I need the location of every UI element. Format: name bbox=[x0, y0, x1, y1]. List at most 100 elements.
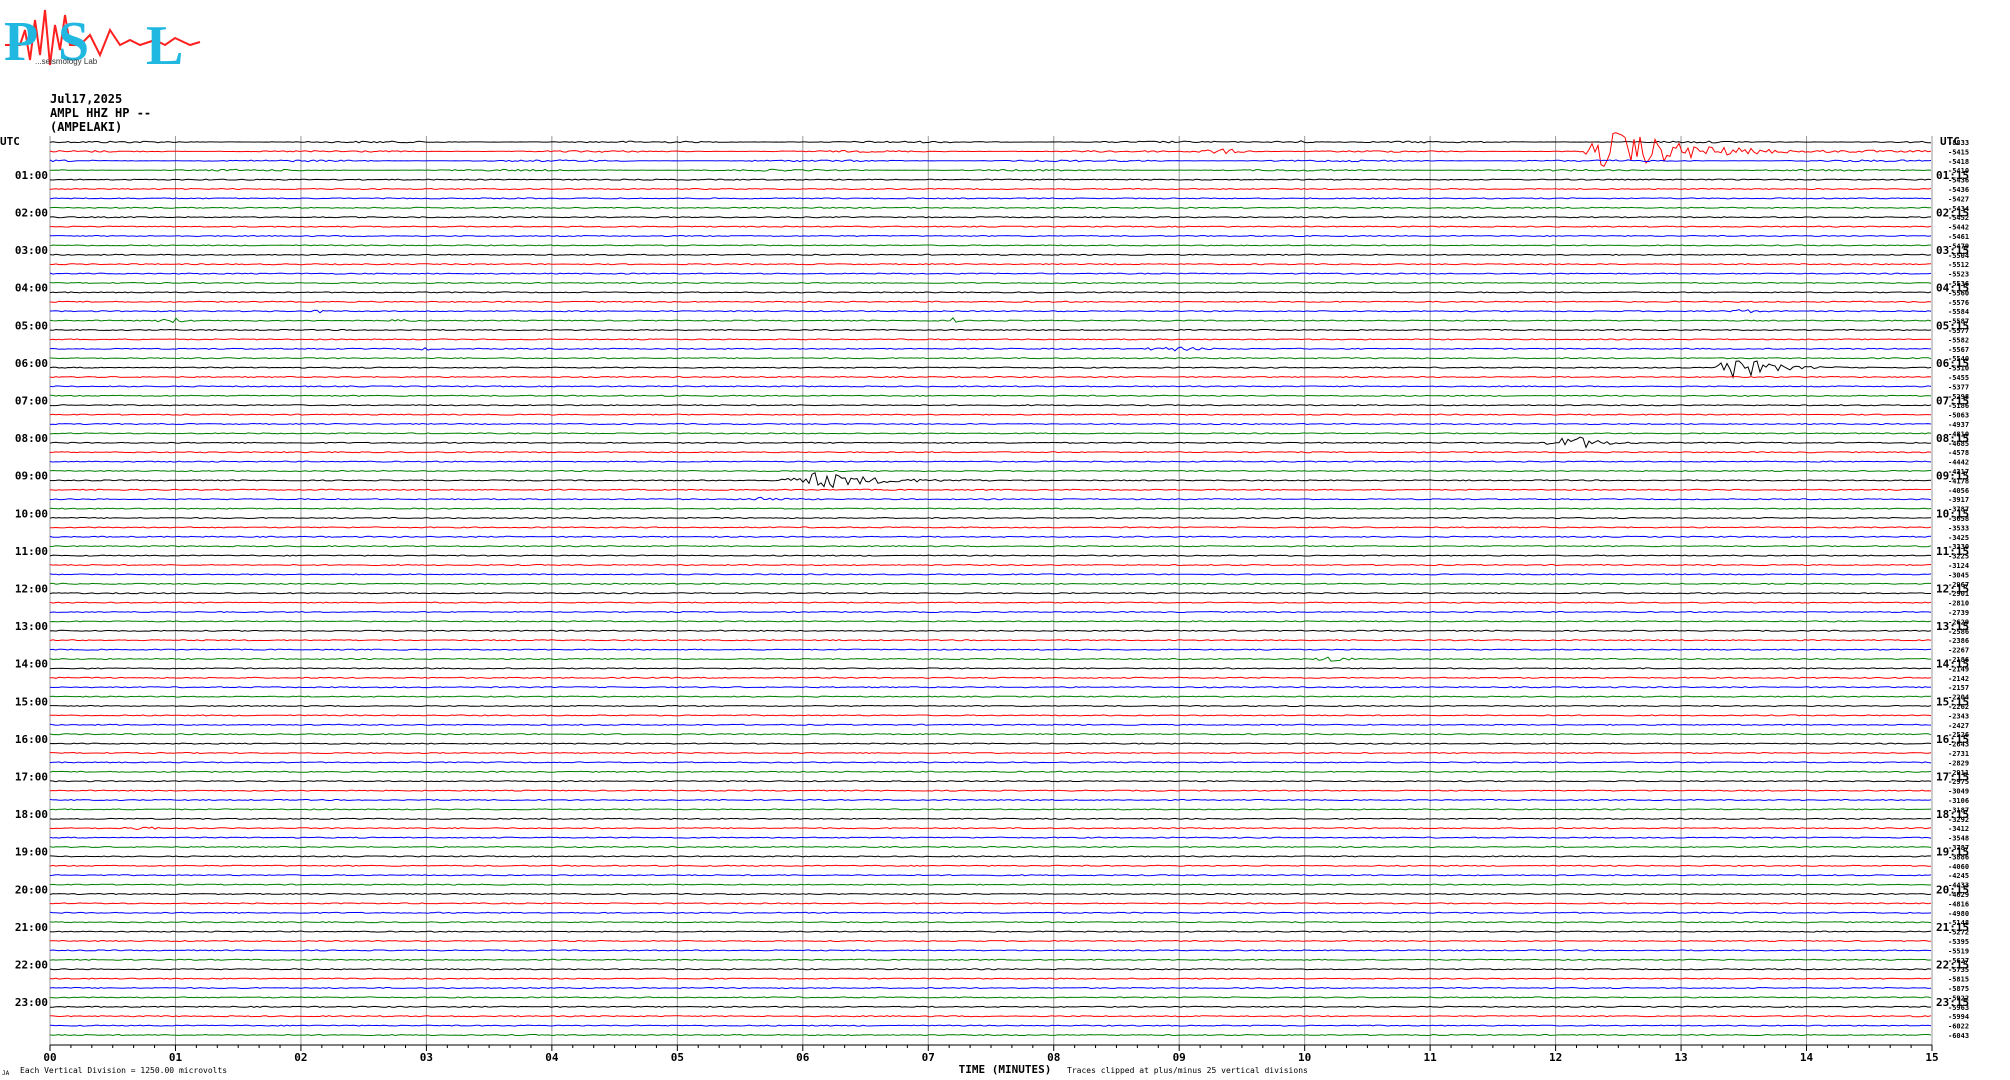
trace-row-78 bbox=[49, 874, 1932, 877]
row-offset-label: -5436 bbox=[1948, 186, 1969, 194]
trace-row-73 bbox=[49, 826, 1932, 831]
trace-row-77 bbox=[49, 864, 1931, 867]
row-offset-label: -4578 bbox=[1948, 449, 1969, 457]
utc-label-right: UTC bbox=[1940, 135, 1960, 148]
trace-row-17 bbox=[49, 300, 1932, 303]
x-tick-label: 03 bbox=[420, 1051, 433, 1064]
row-offset-label: -5063 bbox=[1948, 412, 1969, 420]
hour-label-left: 21:00 bbox=[15, 921, 48, 934]
hour-label-left: 16:00 bbox=[15, 733, 48, 746]
hour-label-left: 20:00 bbox=[15, 883, 48, 896]
hour-label-right: 13:15 bbox=[1936, 620, 1969, 633]
corner-mark: JA bbox=[2, 1070, 10, 1077]
hour-label-right: 17:15 bbox=[1936, 771, 1969, 784]
row-offset-label: -5455 bbox=[1948, 374, 1969, 382]
row-offset-label: -5519 bbox=[1948, 947, 1969, 955]
trace-row-15 bbox=[49, 281, 1932, 285]
row-offset-label: -4980 bbox=[1948, 910, 1969, 918]
trace-row-59 bbox=[49, 695, 1932, 698]
x-tick-label: 14 bbox=[1800, 1051, 1814, 1064]
trace-row-35 bbox=[49, 469, 1932, 473]
row-offset-label: -2427 bbox=[1948, 722, 1969, 730]
hour-label-right: 16:15 bbox=[1936, 733, 1969, 746]
hour-label-right: 20:15 bbox=[1936, 883, 1969, 896]
trace-row-16 bbox=[49, 291, 1932, 294]
hour-label-right: 08:15 bbox=[1936, 432, 1969, 445]
hour-label-right: 01:15 bbox=[1936, 169, 1969, 182]
trace-row-47 bbox=[49, 582, 1932, 585]
row-offset-label: -2739 bbox=[1948, 609, 1969, 617]
row-offset-label: -2142 bbox=[1948, 675, 1969, 683]
x-tick-label: 07 bbox=[922, 1051, 935, 1064]
trace-row-65 bbox=[50, 751, 1932, 755]
hour-label-left: 13:00 bbox=[15, 620, 48, 633]
x-tick-label: 00 bbox=[43, 1051, 56, 1064]
trace-row-21 bbox=[49, 338, 1932, 341]
trace-row-85 bbox=[50, 939, 1932, 943]
trace-row-51 bbox=[49, 620, 1932, 623]
trace-row-33 bbox=[49, 451, 1932, 454]
hour-label-left: 12:00 bbox=[15, 583, 48, 596]
trace-row-72 bbox=[49, 817, 1932, 820]
trace-row-93 bbox=[49, 1015, 1932, 1018]
trace-row-12 bbox=[49, 253, 1932, 256]
trace-row-76 bbox=[49, 855, 1932, 858]
trace-row-18 bbox=[49, 309, 1932, 314]
hour-label-right: 23:15 bbox=[1936, 996, 1969, 1009]
trace-row-49 bbox=[49, 601, 1932, 604]
trace-row-61 bbox=[50, 714, 1932, 717]
trace-row-43 bbox=[49, 545, 1932, 548]
trace-row-46 bbox=[49, 573, 1932, 576]
trace-row-29 bbox=[49, 413, 1932, 416]
trace-row-32 bbox=[49, 436, 1932, 449]
trace-row-84 bbox=[49, 930, 1932, 933]
trace-row-92 bbox=[50, 1005, 1932, 1008]
trace-row-69 bbox=[49, 789, 1932, 792]
trace-row-81 bbox=[49, 902, 1932, 905]
trace-row-53 bbox=[49, 639, 1932, 642]
row-offset-label: -3412 bbox=[1948, 825, 1969, 833]
trace-row-70 bbox=[49, 798, 1932, 802]
row-offset-label: -6022 bbox=[1948, 1023, 1969, 1031]
hour-label-left: 09:00 bbox=[15, 470, 48, 483]
trace-row-34 bbox=[49, 460, 1932, 463]
row-offset-label: -6043 bbox=[1948, 1032, 1969, 1040]
x-tick-label: 10 bbox=[1298, 1051, 1311, 1064]
hour-label-right: 02:15 bbox=[1936, 207, 1969, 220]
trace-row-54 bbox=[49, 648, 1932, 651]
x-tick-label: 02 bbox=[294, 1051, 307, 1064]
trace-row-13 bbox=[49, 263, 1932, 266]
trace-row-38 bbox=[49, 496, 1932, 501]
trace-row-66 bbox=[49, 761, 1932, 764]
hour-label-left: 23:00 bbox=[15, 996, 48, 1009]
trace-row-30 bbox=[49, 422, 1932, 426]
trace-row-0 bbox=[49, 140, 1931, 144]
hour-label-right: 15:15 bbox=[1936, 695, 1969, 708]
trace-row-36 bbox=[49, 471, 1932, 489]
row-offset-label: -2810 bbox=[1948, 600, 1969, 608]
row-offset-label: -4937 bbox=[1948, 421, 1969, 429]
trace-row-63 bbox=[49, 733, 1932, 736]
trace-row-94 bbox=[49, 1024, 1932, 1027]
trace-row-44 bbox=[49, 554, 1932, 557]
row-offset-label: -5427 bbox=[1948, 195, 1969, 203]
row-offset-label: -2157 bbox=[1948, 684, 1969, 692]
hour-label-right: 11:15 bbox=[1936, 545, 1969, 558]
trace-row-87 bbox=[49, 958, 1932, 961]
hour-label-left: 07:00 bbox=[15, 395, 48, 408]
trace-row-27 bbox=[49, 394, 1931, 397]
trace-row-28 bbox=[50, 404, 1932, 407]
hour-label-right: 19:15 bbox=[1936, 846, 1969, 859]
x-tick-label: 05 bbox=[671, 1051, 684, 1064]
trace-row-52 bbox=[49, 629, 1932, 632]
hour-label-right: 09:15 bbox=[1936, 470, 1969, 483]
hour-label-left: 04:00 bbox=[15, 282, 48, 295]
row-offset-label: -3548 bbox=[1948, 835, 1969, 843]
trace-row-39 bbox=[49, 507, 1932, 510]
x-tick-label: 12 bbox=[1549, 1051, 1562, 1064]
x-tick-label: 15 bbox=[1925, 1051, 1938, 1064]
row-offset-label: -5584 bbox=[1948, 308, 1969, 316]
trace-row-50 bbox=[49, 610, 1932, 614]
row-offset-label: -5461 bbox=[1948, 233, 1969, 241]
trace-row-55 bbox=[49, 656, 1931, 662]
